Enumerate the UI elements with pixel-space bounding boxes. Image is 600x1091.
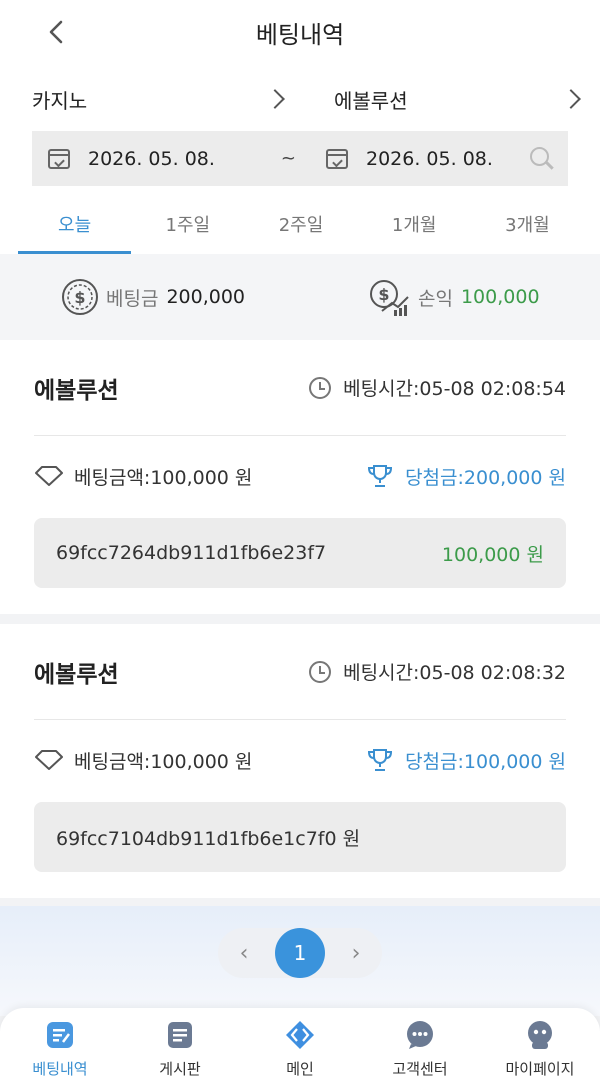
tab-1week[interactable]: 1주일 (131, 194, 244, 254)
coin-icon: $ (62, 279, 98, 315)
game-select[interactable]: 에볼루션 (334, 85, 586, 114)
nav-main[interactable]: 메인 (240, 1008, 360, 1091)
profit-chart-icon: $ (370, 280, 409, 316)
bet-history-icon (47, 1022, 73, 1048)
date-to[interactable]: 2026. 05. 08. (366, 148, 493, 170)
svg-text:$: $ (74, 288, 85, 307)
category-value: 카지노 (32, 88, 88, 113)
board-icon (168, 1022, 192, 1048)
tab-2weeks[interactable]: 2주일 (244, 194, 357, 254)
record-time-text: 베팅시간:05-08 02:08:54 (343, 378, 566, 400)
bet-total-label: 베팅금 (106, 287, 159, 310)
profit-value: 100,000 (460, 286, 540, 308)
nav-label: 마이페이지 (505, 1060, 575, 1078)
top-header: 베팅내역 (0, 0, 600, 64)
calendar-icon[interactable] (48, 148, 70, 169)
tab-today[interactable]: 오늘 (18, 194, 132, 254)
back-button[interactable] (36, 12, 76, 52)
record-bet-amount: 베팅금액:100,000 원 (34, 747, 252, 774)
page-number-button[interactable]: 1 (275, 928, 325, 978)
tab-3months[interactable]: 3개월 (471, 194, 584, 254)
summary-bar: $ 베팅금 200,000 $ 손익 100,000 (0, 254, 600, 340)
mypage-icon (528, 1021, 552, 1049)
bet-total-value: 200,000 (166, 286, 246, 308)
record-hash-box: 69fcc7264db911d1fb6e23f7 100,000 원 (34, 518, 566, 588)
bottom-nav: 베팅내역 게시판 메인 고객센터 마이페이지 (0, 1008, 600, 1091)
record-payout: 100,000 원 (441, 543, 544, 566)
clock-icon (309, 376, 332, 399)
page-title: 베팅내역 (255, 20, 345, 49)
period-tabs: 오늘 1주일 2주일 1개월 3개월 (18, 194, 584, 254)
record-bet-text: 베팅금액:100,000 원 (74, 750, 253, 773)
prev-page-button[interactable]: ‹ (224, 933, 264, 973)
chat-icon (407, 1021, 433, 1049)
bet-record-card: 에볼루션 베팅시간:05-08 02:08:54 베팅금액:100,000 원 … (0, 340, 600, 614)
tab-1month[interactable]: 1개월 (358, 194, 471, 254)
nav-board[interactable]: 게시판 (120, 1008, 240, 1091)
category-select[interactable]: 카지노 (32, 85, 290, 114)
nav-label: 게시판 (159, 1060, 201, 1078)
diamond-icon (35, 466, 63, 486)
record-win-text: 당첨금:200,000 원 (405, 466, 566, 489)
filter-panel: 카지노 에볼루션 2026. 05. 08. ~ 2026. 05. 08. 오… (0, 64, 600, 254)
date-range: 2026. 05. 08. ~ 2026. 05. 08. (32, 131, 568, 186)
chevron-right-icon (265, 89, 285, 109)
date-from[interactable]: 2026. 05. 08. (88, 148, 215, 170)
record-time-text: 베팅시간:05-08 02:08:32 (343, 662, 566, 684)
record-win-amount: 당첨금:100,000 원 (367, 747, 566, 774)
next-page-button[interactable]: › (336, 933, 376, 973)
selector-row: 카지노 에볼루션 (32, 80, 586, 118)
clock-icon (309, 660, 332, 683)
nav-bet-history[interactable]: 베팅내역 (0, 1008, 120, 1091)
record-game: 에볼루션 (34, 377, 119, 404)
search-icon[interactable] (530, 146, 554, 171)
record-hash-box: 69fcc7104db911d1fb6e1c7f0 원 (34, 802, 566, 872)
calendar-icon[interactable] (326, 148, 348, 169)
record-amounts: 베팅금액:100,000 원 당첨금:100,000 원 (34, 740, 566, 780)
record-time: 베팅시간:05-08 02:08:32 (309, 658, 566, 685)
record-time: 베팅시간:05-08 02:08:54 (309, 374, 566, 401)
record-bet-text: 베팅금액:100,000 원 (74, 466, 253, 489)
nav-label: 베팅내역 (32, 1060, 88, 1078)
nav-label: 메인 (286, 1060, 314, 1078)
nav-mypage[interactable]: 마이페이지 (480, 1008, 600, 1091)
pagination: ‹ 1 › (218, 928, 382, 978)
record-hash: 69fcc7104db911d1fb6e1c7f0 원 (56, 827, 361, 850)
diamond-icon (35, 750, 63, 770)
trophy-icon (368, 465, 393, 487)
record-hash: 69fcc7264db911d1fb6e23f7 (56, 542, 327, 564)
record-header: 에볼루션 베팅시간:05-08 02:08:32 (34, 624, 566, 720)
nav-support[interactable]: 고객센터 (360, 1008, 480, 1091)
record-bet-amount: 베팅금액:100,000 원 (34, 463, 252, 490)
nav-label: 고객센터 (392, 1060, 448, 1078)
record-game: 에볼루션 (34, 661, 119, 688)
chevron-left-icon (49, 20, 63, 44)
trophy-icon (368, 749, 393, 771)
main-icon (286, 1021, 314, 1049)
svg-text:$: $ (378, 285, 389, 304)
bet-record-card: 에볼루션 베팅시간:05-08 02:08:32 베팅금액:100,000 원 … (0, 624, 600, 898)
record-amounts: 베팅금액:100,000 원 당첨금:200,000 원 (34, 456, 566, 496)
record-win-amount: 당첨금:200,000 원 (367, 463, 566, 490)
game-value: 에볼루션 (334, 88, 408, 113)
record-win-text: 당첨금:100,000 원 (405, 750, 566, 773)
profit-total: $ 손익 100,000 (368, 277, 540, 317)
profit-label: 손익 (418, 287, 453, 310)
date-separator: ~ (280, 148, 296, 169)
record-header: 에볼루션 베팅시간:05-08 02:08:54 (34, 340, 566, 436)
chevron-right-icon (561, 89, 581, 109)
bet-total: $ 베팅금 200,000 (60, 277, 245, 317)
